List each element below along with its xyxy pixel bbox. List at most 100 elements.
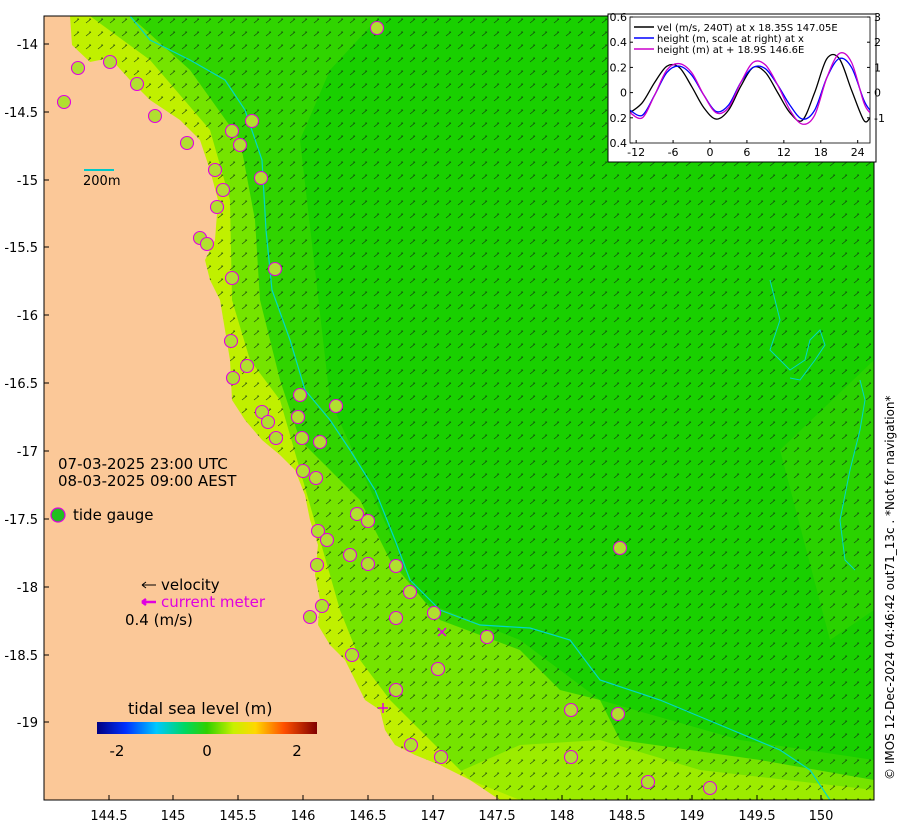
- tide-gauge-marker: [290, 409, 306, 425]
- inset-y-tick-label: 0.4: [610, 137, 628, 150]
- inset-x-tick-label: -6: [668, 146, 679, 159]
- tide-gauge-marker: [360, 556, 376, 572]
- inset-x-tick-label: -12: [627, 146, 645, 159]
- inset-x-tick-label: 0: [707, 146, 714, 159]
- inset-x-tick-label: 24: [851, 146, 865, 159]
- tide-gauge-marker: [563, 702, 579, 718]
- legend-velocity: velocity: [161, 576, 220, 594]
- x-tick-label: 147.5: [478, 809, 515, 824]
- tide-gauge-marker: [239, 358, 255, 374]
- colorbar-title: tidal sea level (m): [128, 699, 272, 718]
- y-axis-ticks: -14 -14.5 -15 -15.5 -16 -16.5 -17 -17.5 -18 -18.5…: [4, 38, 49, 731]
- x-tick-label: 145.5: [219, 809, 256, 824]
- tide-gauge-marker: [260, 414, 276, 430]
- y-tick-label: -18.5: [4, 649, 38, 664]
- tidal-map: 144.5 145 145.5 146 146.5 147 147.5 148 148.5 149…: [4, 11, 897, 824]
- tide-gauge-marker: [147, 108, 163, 124]
- tide-gauge-marker: [388, 682, 404, 698]
- tide-gauge-marker: [267, 261, 283, 277]
- tide-gauge-marker: [328, 398, 344, 414]
- legend-tide-gauge: tide gauge: [73, 506, 154, 524]
- tide-gauge-marker: [224, 123, 240, 139]
- tide-gauge-marker: [402, 584, 418, 600]
- y-tick-label: -17.5: [4, 513, 38, 528]
- tide-gauge-marker: [294, 430, 310, 446]
- y-tick-label: -16: [17, 309, 38, 324]
- credit-text: © IMOS 12-Dec-2024 04:46:42 out71_13c . …: [883, 395, 897, 780]
- tide-gauge-marker: [344, 647, 360, 663]
- inset-chart: -12 -6 0 6 12 18 24 0.6 0.4 0.2 0 0.2 0.4 3 2 1 0 -1 ve…: [607, 11, 885, 163]
- y-tick-label: -14.5: [4, 106, 38, 121]
- tide-gauge-marker: [295, 463, 311, 479]
- tide-gauge-marker: [179, 135, 195, 151]
- x-tick-label: 147: [421, 809, 446, 824]
- tide-gauge-marker: [319, 532, 335, 548]
- colorbar: [97, 722, 317, 734]
- inset-y-right-tick-label: 0: [874, 87, 881, 100]
- tide-gauge-marker: [215, 182, 231, 198]
- inset-x-tick-label: 18: [814, 146, 828, 159]
- inset-y-right-tick-label: -1: [874, 112, 885, 125]
- inset-y-tick-label: 0.6: [610, 11, 628, 24]
- tide-gauge-marker: [479, 629, 495, 645]
- x-tick-label: 145: [161, 809, 186, 824]
- x-tick-label: 148.5: [608, 809, 645, 824]
- y-tick-label: -17: [17, 445, 38, 460]
- inset-legend-label: vel (m/s, 240T) at x 18.35S 147.05E: [657, 23, 838, 34]
- x-tick-label: 146: [291, 809, 316, 824]
- tide-gauge-marker: [640, 774, 656, 790]
- tide-gauge-marker: [369, 20, 385, 36]
- inset-y-tick-label: 0.2: [610, 61, 628, 74]
- y-tick-label: -16.5: [4, 377, 38, 392]
- scale-bar-label: 200m: [83, 174, 120, 189]
- x-tick-label: 148: [550, 809, 575, 824]
- x-tick-label: 150: [809, 809, 834, 824]
- tide-gauge-marker: [563, 749, 579, 765]
- tide-gauge-marker: [388, 558, 404, 574]
- tide-gauge-marker: [223, 333, 239, 349]
- tide-gauge-marker: [403, 737, 419, 753]
- inset-y-tick-label: 0.4: [610, 36, 628, 49]
- tide-gauge-marker: [129, 76, 145, 92]
- x-tick-label: 149.5: [738, 809, 775, 824]
- tide-gauge-marker: [56, 94, 72, 110]
- tide-gauge-marker: [70, 60, 86, 76]
- y-tick-label: -19: [17, 716, 38, 731]
- tide-gauge-marker: [268, 430, 284, 446]
- tide-gauge-marker: [430, 661, 446, 677]
- tide-gauge-marker: [225, 370, 241, 386]
- y-tick-label: -15: [17, 174, 38, 189]
- tide-gauge-marker: [426, 605, 442, 621]
- legend-current-meter: current meter: [161, 593, 266, 611]
- tide-gauge-marker: [360, 513, 376, 529]
- tide-gauge-marker: [244, 113, 260, 129]
- colorbar-tick-label: 2: [292, 742, 302, 760]
- tide-gauge-marker: [209, 199, 225, 215]
- tide-gauge-marker: [309, 557, 325, 573]
- legend-velocity-scale: 0.4 (m/s): [125, 611, 193, 629]
- tide-gauge-marker: [312, 434, 328, 450]
- inset-x-tick-label: 6: [743, 146, 750, 159]
- inset-y-right-tick-label: 3: [874, 11, 881, 24]
- colorbar-tick-label: 0: [202, 742, 212, 760]
- x-tick-label: 149: [680, 809, 705, 824]
- x-tick-label: 144.5: [90, 809, 127, 824]
- tide-gauge-marker: [308, 470, 324, 486]
- tide-gauge-marker: [612, 540, 628, 556]
- inset-x-tick-label: 12: [777, 146, 791, 159]
- tide-gauge-marker: [702, 780, 718, 796]
- inset-legend-label: height (m, scale at right) at x: [657, 34, 804, 45]
- tide-gauge-marker: [232, 137, 248, 153]
- colorbar-tick-label: -2: [110, 742, 125, 760]
- inset-y-right-tick-label: 2: [874, 36, 881, 49]
- y-tick-label: -15.5: [4, 241, 38, 256]
- tide-gauge-marker: [433, 749, 449, 765]
- time-utc: 07-03-2025 23:00 UTC: [58, 455, 228, 473]
- tide-gauge-marker: [253, 170, 269, 186]
- tide-gauge-marker: [610, 706, 626, 722]
- y-tick-label: -18: [17, 581, 38, 596]
- y-tick-label: -14: [17, 38, 38, 53]
- tide-gauge-marker: [292, 387, 308, 403]
- tide-gauge-marker: [302, 609, 318, 625]
- x-tick-label: 146.5: [349, 809, 386, 824]
